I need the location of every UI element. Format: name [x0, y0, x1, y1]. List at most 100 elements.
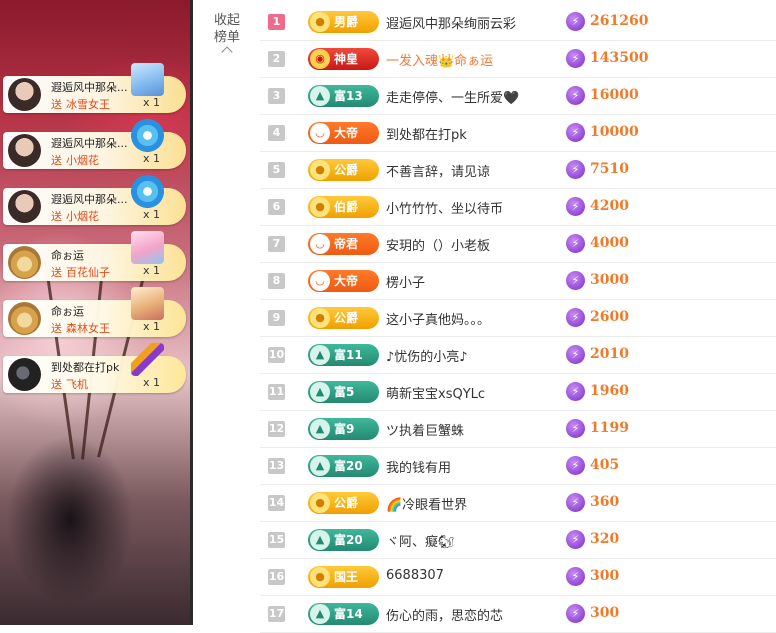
score-value: 300 [590, 605, 620, 621]
video-background-detail [81, 250, 106, 460]
avatar[interactable] [8, 190, 41, 223]
ranking-row[interactable]: 5 ● 公爵 不善言辞，请见谅 ⚡ 7510 [260, 152, 776, 189]
user-name[interactable]: 一发入魂👑命ぁ运 [386, 50, 493, 69]
level-badge-label: 富11 [334, 348, 363, 362]
rank-number: 6 [268, 199, 285, 215]
ranking-row[interactable]: 1 ● 男爵 遐逅风中那朵绚丽云彩 ⚡ 261260 [260, 4, 776, 41]
lightning-coin-icon: ⚡ [566, 234, 585, 253]
ranking-row[interactable]: 7 ◡ 帝君 安玥的（）小老板 ⚡ 4000 [260, 226, 776, 263]
lightning-coin-icon: ⚡ [566, 345, 585, 364]
user-name[interactable]: 萌新宝宝xsQYLc [386, 383, 485, 402]
rank-number: 11 [268, 384, 285, 400]
user-name[interactable]: ♪忧伤的小亮♪ [386, 346, 468, 365]
ranking-row[interactable]: 8 ◡ 大帝 楞小子 ⚡ 3000 [260, 263, 776, 300]
score-value: 320 [590, 531, 620, 547]
level-badge-icon: ▲ [310, 382, 330, 402]
ranking-row[interactable]: 2 ◉ 神皇 一发入魂👑命ぁ运 ⚡ 143500 [260, 41, 776, 78]
lightning-coin-icon: ⚡ [566, 493, 585, 512]
avatar[interactable] [8, 134, 41, 167]
user-name[interactable]: ヾ阿、癡🐿 [386, 531, 455, 550]
gift-sender-name[interactable]: 遐逅风中那朵... [51, 79, 131, 95]
avatar[interactable] [8, 246, 41, 279]
lightning-coin-icon: ⚡ [566, 271, 585, 290]
score-value: 143500 [590, 50, 649, 66]
user-name[interactable]: 遐逅风中那朵绚丽云彩 [386, 13, 516, 32]
level-badge-icon: ◉ [310, 49, 330, 69]
ranking-row[interactable]: 10 ▲ 富11 ♪忧伤的小亮♪ ⚡ 2010 [260, 337, 776, 374]
user-name[interactable]: 安玥的（）小老板 [386, 235, 490, 254]
level-badge-label: 国王 [334, 570, 359, 584]
gift-icon [131, 287, 164, 320]
level-badge-icon: ● [310, 567, 330, 587]
ranking-row[interactable]: 11 ▲ 富5 萌新宝宝xsQYLc ⚡ 1960 [260, 374, 776, 411]
ranking-row[interactable]: 12 ▲ 富9 ツ执着巨蟹蛛 ⚡ 1199 [260, 411, 776, 448]
gift-description: 送森林女王 [51, 320, 110, 336]
gift-name: 小烟花 [66, 210, 99, 223]
gift-sender-name[interactable]: 命ぉ运 [51, 303, 131, 319]
user-name[interactable]: ツ执着巨蟹蛛 [386, 420, 464, 439]
level-badge-label: 公爵 [334, 311, 359, 325]
score-value: 3000 [590, 272, 629, 288]
score-value: 4000 [590, 235, 629, 251]
score-value: 261260 [590, 13, 649, 29]
gift-feed-item: 遐逅风中那朵... 送小烟花 x 1 [3, 119, 186, 169]
collapse-ranking-button[interactable]: 收起 榜单 [205, 12, 249, 58]
rank-number: 4 [268, 125, 285, 141]
avatar[interactable] [8, 302, 41, 335]
rank-number: 13 [268, 458, 285, 474]
collapse-label-line1: 收起 [213, 13, 240, 28]
score-value: 405 [590, 457, 620, 473]
user-name[interactable]: 🌈冷眼看世界 [386, 494, 467, 513]
live-video-area: 遐逅风中那朵... 送冰雪女王 x 1 遐逅风中那朵... 送小烟花 x 1 遐逅风中那朵.… [0, 0, 192, 625]
user-name[interactable]: 到处都在打pk [386, 124, 467, 143]
ranking-row[interactable]: 9 ● 公爵 这小子真他妈。。。 ⚡ 2600 [260, 300, 776, 337]
user-name[interactable]: 楞小子 [386, 272, 425, 291]
gift-feed-item: 遐逅风中那朵... 送冰雪女王 x 1 [3, 63, 186, 113]
level-badge-icon: ▲ [310, 604, 330, 624]
panel-divider [190, 0, 193, 625]
gift-send-label: 送 [51, 378, 62, 391]
ranking-row[interactable]: 14 ● 公爵 🌈冷眼看世界 ⚡ 360 [260, 485, 776, 522]
level-badge-label: 神皇 [334, 52, 359, 66]
ranking-row[interactable]: 13 ▲ 富20 我的钱有用 ⚡ 405 [260, 448, 776, 485]
gift-sender-name[interactable]: 遐逅风中那朵... [51, 135, 131, 151]
lightning-coin-icon: ⚡ [566, 12, 585, 31]
user-name[interactable]: 我的钱有用 [386, 457, 451, 476]
avatar[interactable] [8, 78, 41, 111]
user-name[interactable]: 6688307 [386, 568, 444, 583]
rank-number: 17 [268, 606, 285, 622]
ranking-row[interactable]: 15 ▲ 富20 ヾ阿、癡🐿 ⚡ 320 [260, 522, 776, 559]
level-badge-label: 伯爵 [334, 200, 359, 214]
user-name[interactable]: 这小子真他妈。。。 [386, 309, 490, 328]
ranking-row[interactable]: 4 ◡ 大帝 到处都在打pk ⚡ 10000 [260, 115, 776, 152]
gift-sender-name[interactable]: 遐逅风中那朵... [51, 191, 131, 207]
user-name[interactable]: 小竹竹竹、坐以待币 [386, 198, 503, 217]
ranking-row[interactable]: 6 ● 伯爵 小竹竹竹、坐以待币 ⚡ 4200 [260, 189, 776, 226]
user-name[interactable]: 不善言辞，请见谅 [386, 161, 490, 180]
gift-name: 冰雪女王 [66, 98, 110, 111]
user-name[interactable]: 伤心的雨，思恋的芯 [386, 605, 503, 624]
level-badge-label: 男爵 [334, 15, 359, 29]
level-badge: ◡ 帝君 [308, 233, 379, 255]
level-badge: ▲ 富20 [308, 455, 379, 477]
ranking-row[interactable]: 16 ● 国王 6688307 ⚡ 300 [260, 559, 776, 596]
user-name[interactable]: 走走停停、一生所爱🖤 [386, 87, 519, 106]
score-value: 360 [590, 494, 620, 510]
gift-send-label: 送 [51, 154, 62, 167]
avatar[interactable] [8, 358, 41, 391]
level-badge: ● 公爵 [308, 492, 379, 514]
level-badge-icon: ◡ [310, 271, 330, 291]
gift-feed-item: 命ぉ运送百花仙子 x 1 [3, 231, 186, 281]
score-value: 7510 [590, 161, 629, 177]
level-badge: ▲ 富20 [308, 529, 379, 551]
gift-icon [131, 119, 164, 152]
gift-sender-name[interactable]: 到处都在打pk [51, 359, 131, 375]
gift-sender-name[interactable]: 命ぉ运 [51, 247, 131, 263]
level-badge: ● 伯爵 [308, 196, 379, 218]
gift-send-label: 送 [51, 322, 62, 335]
rank-number: 3 [268, 88, 285, 104]
ranking-row[interactable]: 3 ▲ 富13 走走停停、一生所爱🖤 ⚡ 16000 [260, 78, 776, 115]
ranking-row[interactable]: 17 ▲ 富14 伤心的雨，思恋的芯 ⚡ 300 [260, 596, 776, 633]
rank-number: 1 [268, 14, 285, 30]
ranking-list: 1 ● 男爵 遐逅风中那朵绚丽云彩 ⚡ 261260 2 ◉ 神皇 一发入魂👑命ぁ运 ⚡ 143500… [260, 4, 776, 633]
